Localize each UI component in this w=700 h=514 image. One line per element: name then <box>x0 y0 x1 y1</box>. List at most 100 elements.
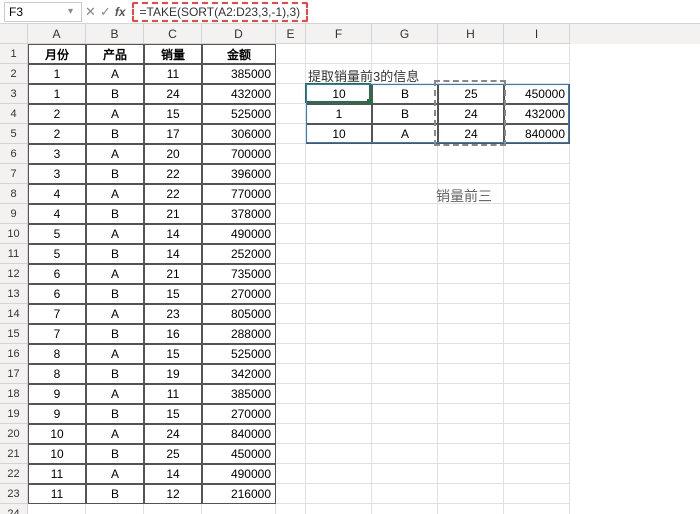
cell[interactable]: 216000 <box>202 484 276 504</box>
cell[interactable]: 15 <box>144 344 202 364</box>
cell[interactable] <box>306 304 372 324</box>
cell[interactable]: 432000 <box>202 84 276 104</box>
cancel-icon[interactable]: ✕ <box>85 4 96 20</box>
cell[interactable]: B <box>86 204 144 224</box>
cell[interactable] <box>372 144 438 164</box>
cell[interactable]: 14 <box>144 224 202 244</box>
cell[interactable]: 378000 <box>202 204 276 224</box>
cell[interactable] <box>276 304 306 324</box>
cell[interactable] <box>276 344 306 364</box>
accept-icon[interactable]: ✓ <box>100 4 111 20</box>
cell[interactable] <box>306 324 372 344</box>
cell[interactable]: 450000 <box>504 84 570 104</box>
cell[interactable] <box>306 284 372 304</box>
row-header[interactable]: 18 <box>0 384 28 404</box>
cell[interactable]: B <box>86 164 144 184</box>
cell[interactable] <box>372 424 438 444</box>
cell[interactable]: 432000 <box>504 104 570 124</box>
cell[interactable] <box>372 204 438 224</box>
cell[interactable]: 金额 <box>202 44 276 64</box>
cell[interactable]: 15 <box>144 284 202 304</box>
cell[interactable] <box>372 444 438 464</box>
cell[interactable] <box>276 444 306 464</box>
cell[interactable]: 770000 <box>202 184 276 204</box>
cell[interactable] <box>504 464 570 484</box>
cell[interactable]: 2 <box>28 124 86 144</box>
cell[interactable] <box>306 184 372 204</box>
cell[interactable] <box>276 404 306 424</box>
cell[interactable] <box>306 144 372 164</box>
cell[interactable]: 735000 <box>202 264 276 284</box>
cell[interactable]: 产品 <box>86 44 144 64</box>
cell[interactable]: 5 <box>28 244 86 264</box>
cell[interactable]: 11 <box>28 464 86 484</box>
cell[interactable] <box>306 44 372 64</box>
cell[interactable]: 21 <box>144 264 202 284</box>
cell[interactable]: 4 <box>28 204 86 224</box>
cell[interactable]: B <box>86 124 144 144</box>
cell[interactable]: 840000 <box>504 124 570 144</box>
cell[interactable] <box>504 184 570 204</box>
cell[interactable]: 270000 <box>202 284 276 304</box>
cell[interactable] <box>306 164 372 184</box>
cell[interactable]: 306000 <box>202 124 276 144</box>
cell[interactable]: 11 <box>28 484 86 504</box>
name-box-dropdown-icon[interactable]: ▾ <box>68 6 73 17</box>
cell[interactable] <box>438 404 504 424</box>
cell[interactable]: 11 <box>144 64 202 84</box>
cell[interactable] <box>202 504 276 514</box>
col-header-G[interactable]: G <box>372 24 438 44</box>
cell[interactable] <box>276 44 306 64</box>
cell[interactable] <box>372 244 438 264</box>
cell[interactable] <box>372 304 438 324</box>
select-all-corner[interactable] <box>0 24 28 44</box>
cell[interactable]: 450000 <box>202 444 276 464</box>
row-header[interactable]: 2 <box>0 64 28 84</box>
cell[interactable] <box>504 304 570 324</box>
cell[interactable]: 9 <box>28 404 86 424</box>
cell[interactable]: A <box>86 424 144 444</box>
cell[interactable]: 10 <box>28 444 86 464</box>
cell[interactable] <box>504 204 570 224</box>
cell[interactable] <box>372 44 438 64</box>
cell[interactable] <box>276 124 306 144</box>
cell[interactable] <box>504 384 570 404</box>
cell[interactable] <box>306 504 372 514</box>
cell[interactable]: 3 <box>28 164 86 184</box>
cell[interactable] <box>504 424 570 444</box>
cell[interactable]: A <box>86 184 144 204</box>
cell[interactable] <box>372 184 438 204</box>
cell[interactable] <box>276 144 306 164</box>
cell[interactable] <box>438 324 504 344</box>
cell[interactable] <box>276 224 306 244</box>
cell[interactable] <box>504 224 570 244</box>
cell[interactable] <box>276 504 306 514</box>
cell[interactable]: B <box>86 84 144 104</box>
cell[interactable]: 840000 <box>202 424 276 444</box>
cell[interactable] <box>504 44 570 64</box>
cell[interactable] <box>306 364 372 384</box>
cell[interactable]: A <box>86 224 144 244</box>
cell[interactable] <box>438 244 504 264</box>
cell[interactable] <box>372 464 438 484</box>
col-header-H[interactable]: H <box>438 24 504 44</box>
row-header[interactable]: 5 <box>0 124 28 144</box>
row-header[interactable]: 3 <box>0 84 28 104</box>
row-header[interactable]: 10 <box>0 224 28 244</box>
row-header[interactable]: 14 <box>0 304 28 324</box>
cell[interactable]: B <box>86 284 144 304</box>
cell[interactable]: B <box>86 324 144 344</box>
cell[interactable]: B <box>372 104 438 124</box>
cell[interactable] <box>372 484 438 504</box>
cell[interactable] <box>438 224 504 244</box>
cell[interactable]: 10 <box>28 424 86 444</box>
row-header[interactable]: 6 <box>0 144 28 164</box>
cell[interactable]: 4 <box>28 184 86 204</box>
cell[interactable]: 17 <box>144 124 202 144</box>
cell[interactable]: A <box>86 344 144 364</box>
row-header[interactable]: 4 <box>0 104 28 124</box>
cell[interactable]: 7 <box>28 304 86 324</box>
cell[interactable] <box>306 224 372 244</box>
row-header[interactable]: 16 <box>0 344 28 364</box>
cell[interactable] <box>438 44 504 64</box>
